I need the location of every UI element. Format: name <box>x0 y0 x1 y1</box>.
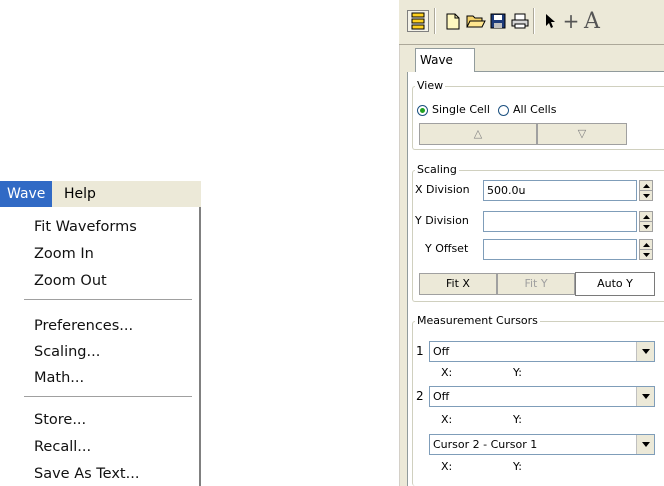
toolbar-separator <box>434 8 436 34</box>
toolbar: + A <box>399 0 664 45</box>
spin-down-icon[interactable] <box>640 250 652 259</box>
toolbar-separator <box>533 8 535 34</box>
cursor-1-value: Off <box>433 345 450 358</box>
wave-panel: + A Wave View Single Cell All Cells △ ▽ … <box>398 0 664 486</box>
cursor-difference-y-label: Y: <box>513 460 522 473</box>
menu-item-math[interactable]: Math... <box>34 367 84 389</box>
chevron-down-icon[interactable] <box>636 435 654 454</box>
text-a-icon[interactable]: A <box>581 9 603 34</box>
y-offset-input[interactable] <box>483 239 637 260</box>
chevron-down-icon[interactable] <box>636 387 654 406</box>
tab-bar: Wave <box>407 48 664 72</box>
scaling-group-title: Scaling <box>415 163 459 176</box>
view-group-title: View <box>415 79 446 92</box>
y-division-input[interactable] <box>483 211 637 232</box>
tab-content: View Single Cell All Cells △ ▽ Scaling X… <box>407 72 664 486</box>
cursor-difference-value: Cursor 2 - Cursor 1 <box>433 438 538 451</box>
print-icon[interactable] <box>509 10 531 32</box>
spin-up-icon[interactable] <box>640 181 652 191</box>
menu-item-store[interactable]: Store... <box>34 409 86 431</box>
menu-help[interactable]: Help <box>57 181 103 207</box>
measurement-cursors-group: Measurement Cursors 1 Off X: Y: 2 Off X:… <box>412 314 664 486</box>
cursors-group-title: Measurement Cursors <box>415 314 540 327</box>
cell-up-button[interactable]: △ <box>419 123 537 145</box>
single-cell-radio[interactable] <box>417 105 428 116</box>
crosshair-icon[interactable]: + <box>560 9 582 33</box>
x-division-input[interactable]: 500.0u <box>483 180 637 201</box>
cursor-1-select[interactable]: Off <box>429 341 655 362</box>
menu-wave[interactable]: Wave <box>0 181 53 207</box>
y-division-label: Y Division <box>415 214 469 227</box>
cursor-2-number: 2 <box>416 389 424 403</box>
menu-item-zoom-out[interactable]: Zoom Out <box>34 270 107 292</box>
spin-up-icon[interactable] <box>640 240 652 250</box>
cursor-difference-x-label: X: <box>441 460 453 473</box>
x-division-spinner[interactable] <box>639 180 653 201</box>
cursor-2-x-label: X: <box>441 413 453 426</box>
cursor-2-y-label: Y: <box>513 413 522 426</box>
spin-up-icon[interactable] <box>640 212 652 222</box>
fit-y-button[interactable]: Fit Y <box>497 273 575 295</box>
y-division-spinner[interactable] <box>639 211 653 232</box>
spin-down-icon[interactable] <box>640 222 652 231</box>
cursor-1-y-label: Y: <box>513 366 522 379</box>
wave-dropdown-menu: Fit Waveforms Zoom In Zoom Out Preferenc… <box>0 207 201 486</box>
cell-down-button[interactable]: ▽ <box>537 123 627 145</box>
view-group: View Single Cell All Cells △ ▽ <box>412 79 664 150</box>
cursor-difference-select[interactable]: Cursor 2 - Cursor 1 <box>429 434 655 455</box>
spin-down-icon[interactable] <box>640 191 652 200</box>
scaling-group: Scaling X Division 500.0u Y Division Y O… <box>412 163 664 302</box>
cursor-2-value: Off <box>433 390 450 403</box>
all-cells-radio[interactable] <box>498 105 509 116</box>
chevron-down-icon[interactable] <box>636 342 654 361</box>
auto-y-button[interactable]: Auto Y <box>575 272 655 296</box>
open-folder-icon[interactable] <box>465 10 487 32</box>
cell-view-icon[interactable] <box>407 10 429 32</box>
menu-item-fit-waveforms[interactable]: Fit Waveforms <box>34 216 137 238</box>
single-cell-label: Single Cell <box>432 103 490 116</box>
menu-separator <box>24 299 192 301</box>
cursor-2-select[interactable]: Off <box>429 386 655 407</box>
tab-wave[interactable]: Wave <box>415 48 475 72</box>
cursor-1-x-label: X: <box>441 366 453 379</box>
menu-item-save-as-text[interactable]: Save As Text... <box>34 463 139 485</box>
fit-x-button[interactable]: Fit X <box>419 273 497 295</box>
x-division-label: X Division <box>415 183 470 196</box>
menu-item-recall[interactable]: Recall... <box>34 436 91 458</box>
menu-item-scaling[interactable]: Scaling... <box>34 341 100 363</box>
pointer-arrow-icon[interactable] <box>539 10 561 32</box>
all-cells-label: All Cells <box>513 103 557 116</box>
save-disk-icon[interactable] <box>487 10 509 32</box>
y-offset-spinner[interactable] <box>639 239 653 260</box>
cursor-1-number: 1 <box>416 344 424 358</box>
menu-separator <box>24 396 192 398</box>
menu-bar: Wave Help <box>0 181 201 208</box>
menu-item-zoom-in[interactable]: Zoom In <box>34 243 94 265</box>
new-document-icon[interactable] <box>442 10 464 32</box>
menu-item-preferences[interactable]: Preferences... <box>34 315 133 337</box>
y-offset-label: Y Offset <box>425 242 469 255</box>
